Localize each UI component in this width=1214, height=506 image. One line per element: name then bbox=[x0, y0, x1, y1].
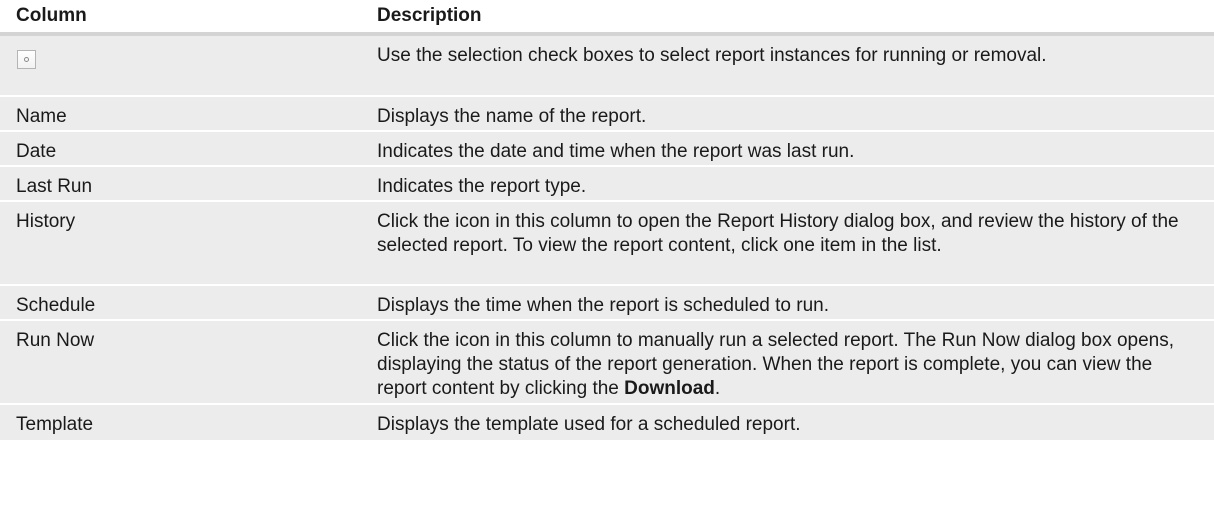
column-cell: Last Run bbox=[16, 176, 93, 197]
description-end: . bbox=[714, 378, 721, 399]
table-row: Schedule Displays the time when the repo… bbox=[0, 286, 1214, 321]
column-cell: Name bbox=[16, 106, 67, 127]
header-description: Description bbox=[377, 5, 482, 26]
column-cell bbox=[0, 36, 360, 95]
description-cell: Displays the name of the report. bbox=[377, 106, 647, 127]
table-row: Use the selection check boxes to select … bbox=[0, 36, 1214, 97]
download-emphasis: Download bbox=[624, 378, 715, 399]
table-row: Date Indicates the date and time when th… bbox=[0, 132, 1214, 167]
table-row: Template Displays the template used for … bbox=[0, 405, 1214, 442]
column-cell: Template bbox=[16, 414, 94, 435]
table-row: Name Displays the name of the report. bbox=[0, 97, 1214, 132]
table-row: History Click the icon in this column to… bbox=[0, 202, 1214, 286]
table-header-row: Column Description bbox=[0, 0, 1214, 36]
column-description-table: Column Description Use the selection che… bbox=[0, 0, 1214, 442]
description-cell: Click the icon in this column to manuall… bbox=[360, 321, 1214, 403]
description-cell: Click the icon in this column to open th… bbox=[377, 211, 1179, 256]
header-column: Column bbox=[16, 5, 87, 26]
table-row: Run Now Click the icon in this column to… bbox=[0, 321, 1214, 405]
description-cell: Indicates the date and time when the rep… bbox=[377, 141, 855, 162]
column-cell: Run Now bbox=[16, 330, 95, 351]
description-text: Click the icon in this column to manuall… bbox=[377, 330, 1175, 399]
column-cell: Schedule bbox=[16, 295, 96, 316]
column-cell: History bbox=[16, 211, 76, 232]
checkbox-icon bbox=[17, 50, 36, 69]
description-cell: Indicates the report type. bbox=[377, 176, 587, 197]
description-cell: Displays the time when the report is sch… bbox=[377, 295, 830, 316]
description-cell: Displays the template used for a schedul… bbox=[377, 414, 801, 435]
table-row: Last Run Indicates the report type. bbox=[0, 167, 1214, 202]
column-cell: Date bbox=[16, 141, 57, 162]
description-cell: Use the selection check boxes to select … bbox=[377, 45, 1047, 66]
